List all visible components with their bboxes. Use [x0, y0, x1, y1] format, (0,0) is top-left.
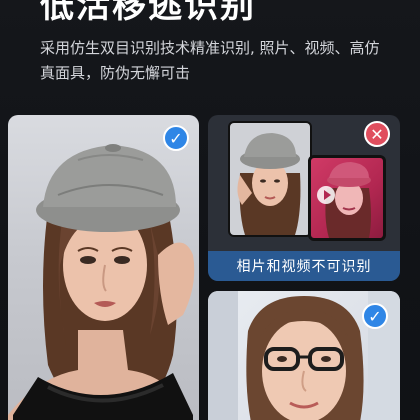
play-icon[interactable] — [317, 186, 335, 204]
page-title: 低活移逃识别 — [40, 0, 256, 26]
rejected-x-icon: ✕ — [364, 121, 390, 147]
feature-page: 低活移逃识别 采用仿生双目识别技术精准识别, 照片、视频、高仿真面具，防伪无懈可… — [0, 0, 420, 420]
photo-video-rejected-card: ✕ 相片和视频不可识别 — [208, 115, 400, 281]
video-phone — [308, 155, 386, 241]
printed-photo — [228, 121, 312, 237]
portrait-card-verified: ✓ — [8, 115, 199, 420]
rejected-caption: 相片和视频不可识别 — [208, 251, 400, 281]
portrait-illustration — [8, 144, 195, 420]
glasses-portrait-card-verified: ✓ — [208, 291, 400, 420]
verified-check-icon: ✓ — [163, 125, 189, 151]
verified-check-icon: ✓ — [362, 303, 388, 329]
feature-description: 采用仿生双目识别技术精准识别, 照片、视频、高仿真面具，防伪无懈可击 — [40, 39, 380, 82]
